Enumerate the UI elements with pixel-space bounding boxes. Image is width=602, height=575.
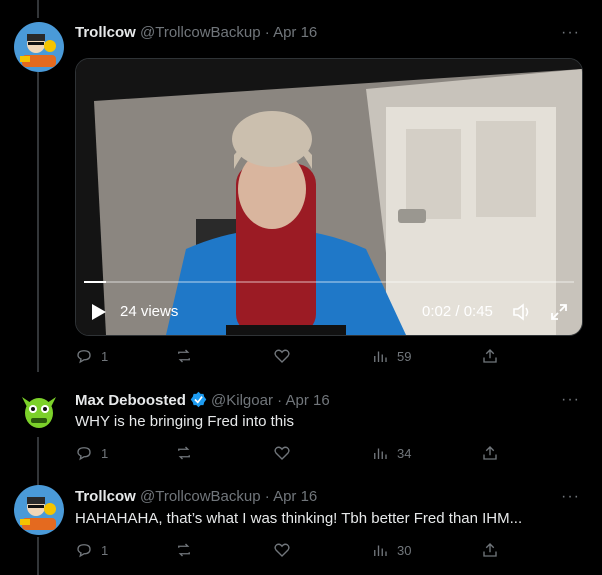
view-count: 59 bbox=[397, 348, 412, 364]
thread-line-1 bbox=[37, 72, 39, 372]
analytics-icon bbox=[374, 351, 387, 362]
display-name[interactable]: Trollcow bbox=[75, 488, 136, 505]
play-icon[interactable] bbox=[92, 304, 106, 320]
share-icon bbox=[483, 543, 497, 557]
reply-icon bbox=[77, 350, 91, 364]
retweet-button[interactable] bbox=[175, 444, 201, 462]
reply-button[interactable]: 1 bbox=[75, 347, 108, 365]
video-progress-bar[interactable] bbox=[84, 281, 574, 283]
like-button[interactable] bbox=[273, 541, 299, 559]
verified-badge-icon bbox=[190, 391, 207, 408]
retweet-icon bbox=[178, 446, 190, 460]
tweet-date[interactable]: Apr 16 bbox=[273, 488, 317, 505]
avatar-max-deboosted[interactable] bbox=[14, 387, 64, 437]
tweet-date[interactable]: Apr 16 bbox=[285, 392, 329, 409]
volume-icon[interactable] bbox=[512, 303, 532, 321]
more-options-icon[interactable]: ··· bbox=[561, 24, 580, 42]
tweet-3-text: HAHAHAHA, that’s what I was thinking! Tb… bbox=[75, 510, 523, 527]
tweet-1-actions: 1 59 bbox=[75, 347, 505, 367]
retweet-button[interactable] bbox=[175, 541, 201, 559]
video-time: 0:02 / 0:45 bbox=[422, 303, 493, 320]
analytics-icon bbox=[374, 448, 387, 459]
more-options-icon[interactable]: ··· bbox=[561, 391, 580, 409]
tweet-2-header: Max Deboosted @Kilgoar · Apr 16 bbox=[75, 391, 330, 410]
handle[interactable]: @TrollcowBackup bbox=[140, 488, 261, 505]
thread-line-3 bbox=[37, 537, 39, 575]
share-button[interactable] bbox=[481, 347, 499, 365]
tweet-date[interactable]: Apr 16 bbox=[273, 24, 317, 41]
video-frame bbox=[76, 59, 582, 335]
reply-count: 1 bbox=[101, 542, 109, 558]
reply-icon bbox=[77, 447, 91, 461]
thread-line-top bbox=[37, 0, 39, 18]
display-name[interactable]: Trollcow bbox=[75, 24, 136, 41]
views-button[interactable]: 30 bbox=[371, 541, 411, 559]
handle[interactable]: @TrollcowBackup bbox=[140, 24, 261, 41]
like-button[interactable] bbox=[273, 444, 299, 462]
reply-button[interactable]: 1 bbox=[75, 444, 108, 462]
more-options-icon[interactable]: ··· bbox=[561, 488, 580, 506]
views-button[interactable]: 59 bbox=[371, 347, 411, 365]
tweet-1-header: Trollcow @TrollcowBackup · Apr 16 bbox=[75, 24, 317, 42]
display-name[interactable]: Max Deboosted bbox=[75, 392, 186, 409]
reply-count: 1 bbox=[101, 348, 109, 364]
video-view-count: 24 views bbox=[120, 303, 179, 320]
tweet-3-header: Trollcow @TrollcowBackup · Apr 16 bbox=[75, 488, 317, 506]
trollcow-avatar-image bbox=[14, 22, 64, 72]
share-button[interactable] bbox=[481, 444, 499, 462]
like-button[interactable] bbox=[273, 347, 299, 365]
view-count: 34 bbox=[397, 445, 412, 461]
fullscreen-icon[interactable] bbox=[550, 303, 568, 321]
separator: · bbox=[264, 24, 270, 41]
heart-icon bbox=[274, 543, 290, 557]
views-button[interactable]: 34 bbox=[371, 444, 411, 462]
thread-line-2 bbox=[37, 437, 39, 487]
separator: · bbox=[277, 392, 283, 409]
tweet-2-text: WHY is he bringing Fred into this bbox=[75, 413, 294, 430]
separator: · bbox=[264, 488, 270, 505]
share-icon bbox=[483, 349, 497, 363]
heart-icon bbox=[274, 349, 290, 363]
trollcow-avatar-image bbox=[14, 485, 64, 535]
retweet-button[interactable] bbox=[175, 347, 201, 365]
retweet-icon bbox=[178, 543, 190, 557]
tweet-3-actions: 1 30 bbox=[75, 541, 505, 561]
reply-button[interactable]: 1 bbox=[75, 541, 108, 559]
video-progress-fill bbox=[84, 281, 106, 283]
view-count: 30 bbox=[397, 542, 412, 558]
heart-icon bbox=[274, 446, 290, 460]
avatar-trollcow[interactable] bbox=[14, 22, 64, 72]
share-icon bbox=[483, 446, 497, 460]
reply-icon bbox=[77, 544, 91, 558]
retweet-icon bbox=[178, 349, 190, 363]
max-deboosted-avatar-image bbox=[14, 387, 64, 437]
avatar-trollcow[interactable] bbox=[14, 485, 64, 535]
reply-count: 1 bbox=[101, 445, 109, 461]
tweet-2-actions: 1 34 bbox=[75, 444, 505, 464]
handle[interactable]: @Kilgoar bbox=[211, 392, 273, 409]
video-player[interactable]: 24 views 0:02 / 0:45 bbox=[75, 58, 583, 336]
share-button[interactable] bbox=[481, 541, 499, 559]
analytics-icon bbox=[374, 545, 387, 556]
